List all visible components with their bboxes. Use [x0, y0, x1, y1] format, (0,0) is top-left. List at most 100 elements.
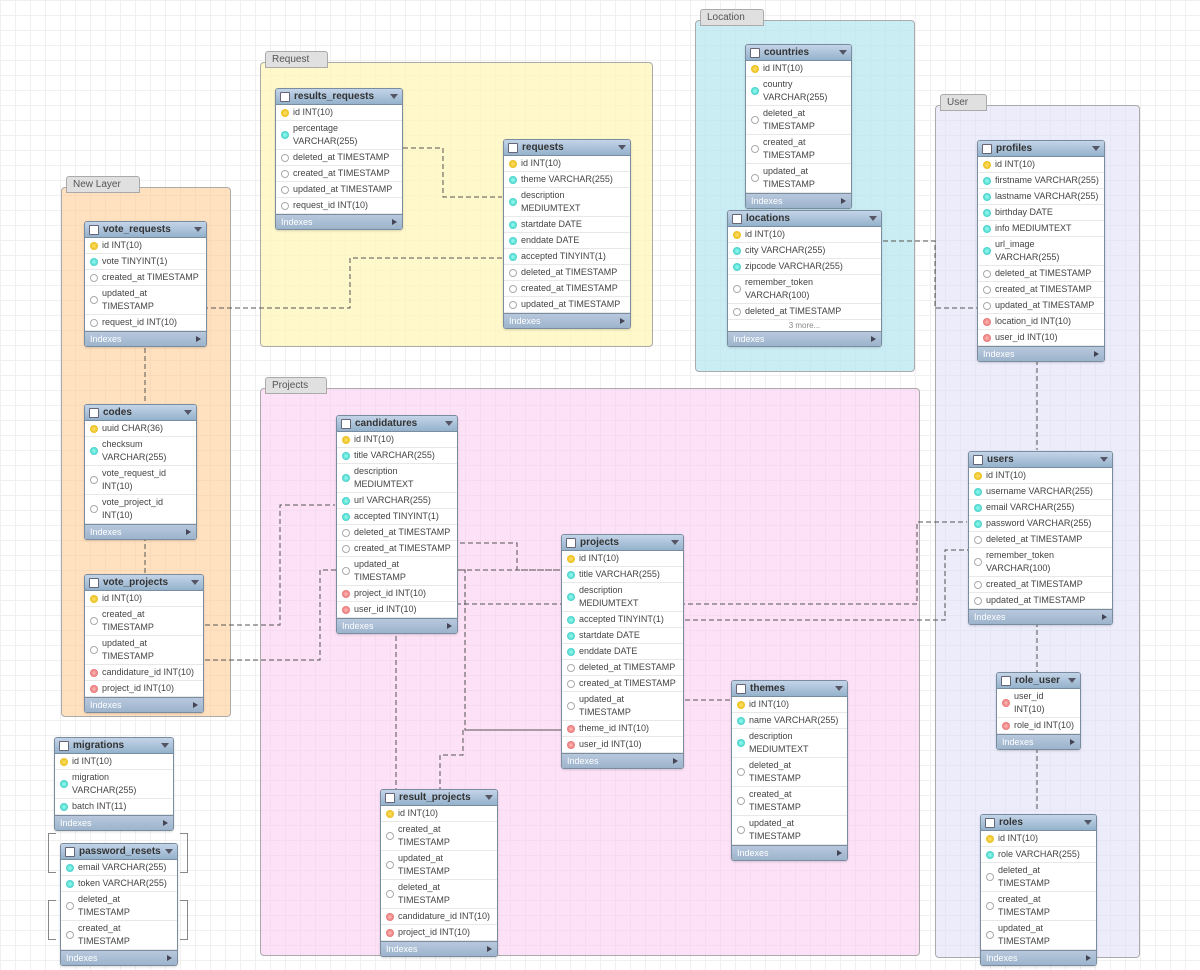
table-candidatures[interactable]: candidaturesid INT(10)title VARCHAR(255)…: [336, 415, 458, 634]
column-row: updated_at TIMESTAMP: [562, 692, 683, 721]
table-header[interactable]: projects: [562, 535, 683, 551]
chevron-down-icon[interactable]: [835, 686, 843, 691]
chevron-down-icon[interactable]: [1092, 146, 1100, 151]
arrow-right-icon: [392, 219, 397, 225]
column-type-icon: [983, 286, 991, 294]
table-header[interactable]: users: [969, 452, 1112, 468]
chevron-down-icon[interactable]: [445, 421, 453, 426]
table-role_user[interactable]: role_useruser_id INT(10)role_id INT(10)I…: [996, 672, 1081, 750]
bracket-left: [48, 900, 56, 940]
table-password_resets[interactable]: password_resetsemail VARCHAR(255)token V…: [60, 843, 178, 966]
column-type-icon: [342, 497, 350, 505]
column-type-icon: [986, 851, 994, 859]
table-header[interactable]: candidatures: [337, 416, 457, 432]
indexes-row[interactable]: Indexes: [969, 609, 1112, 624]
chevron-down-icon[interactable]: [839, 50, 847, 55]
table-header[interactable]: requests: [504, 140, 630, 156]
column-def: batch INT(11): [72, 800, 126, 813]
indexes-row[interactable]: Indexes: [997, 734, 1080, 749]
chevron-down-icon[interactable]: [618, 145, 626, 150]
table-header[interactable]: vote_projects: [85, 575, 203, 591]
column-row: remember_token VARCHAR(100): [728, 275, 881, 304]
column-type-icon: [342, 513, 350, 521]
table-vote_requests[interactable]: vote_requestsid INT(10)vote TINYINT(1)cr…: [84, 221, 207, 347]
chevron-down-icon[interactable]: [1068, 678, 1076, 683]
chevron-down-icon[interactable]: [165, 849, 173, 854]
column-def: candidature_id INT(10): [398, 910, 490, 923]
table-vote_projects[interactable]: vote_projectsid INT(10)created_at TIMEST…: [84, 574, 204, 713]
table-header[interactable]: vote_requests: [85, 222, 206, 238]
column-type-icon: [66, 902, 74, 910]
table-results_requests[interactable]: results_requestsid INT(10)percentage VAR…: [275, 88, 403, 230]
indexes-row[interactable]: Indexes: [504, 313, 630, 328]
table-requests[interactable]: requestsid INT(10)theme VARCHAR(255)desc…: [503, 139, 631, 329]
chevron-down-icon[interactable]: [191, 580, 199, 585]
table-themes[interactable]: themesid INT(10)name VARCHAR(255)descrip…: [731, 680, 848, 861]
table-icon: [65, 847, 75, 857]
column-type-icon: [983, 334, 991, 342]
table-header[interactable]: countries: [746, 45, 851, 61]
indexes-label: Indexes: [509, 316, 541, 326]
column-def: deleted_at TIMESTAMP: [986, 533, 1082, 546]
column-type-icon: [983, 193, 991, 201]
indexes-row[interactable]: Indexes: [728, 331, 881, 346]
chevron-down-icon[interactable]: [485, 795, 493, 800]
indexes-row[interactable]: Indexes: [61, 950, 177, 965]
indexes-row[interactable]: Indexes: [381, 941, 497, 956]
table-locations[interactable]: locationsid INT(10)city VARCHAR(255)zipc…: [727, 210, 882, 347]
table-icon: [566, 538, 576, 548]
table-result_projects[interactable]: result_projectsid INT(10)created_at TIME…: [380, 789, 498, 957]
chevron-down-icon[interactable]: [194, 227, 202, 232]
column-row: token VARCHAR(255): [61, 876, 177, 892]
table-roles[interactable]: rolesid INT(10)role VARCHAR(255)deleted_…: [980, 814, 1097, 966]
table-header[interactable]: password_resets: [61, 844, 177, 860]
column-row: description MEDIUMTEXT: [732, 729, 847, 758]
indexes-row[interactable]: Indexes: [562, 753, 683, 768]
chevron-down-icon[interactable]: [869, 216, 877, 221]
indexes-row[interactable]: Indexes: [85, 697, 203, 712]
column-row: enddate DATE: [504, 233, 630, 249]
chevron-down-icon[interactable]: [184, 410, 192, 415]
column-type-icon: [751, 174, 759, 182]
table-header[interactable]: results_requests: [276, 89, 402, 105]
chevron-down-icon[interactable]: [1100, 457, 1108, 462]
table-header[interactable]: themes: [732, 681, 847, 697]
indexes-row[interactable]: Indexes: [276, 214, 402, 229]
column-def: updated_at TIMESTAMP: [398, 852, 492, 878]
indexes-row[interactable]: Indexes: [978, 346, 1104, 361]
column-row: created_at TIMESTAMP: [504, 281, 630, 297]
table-header[interactable]: profiles: [978, 141, 1104, 157]
column-def: id INT(10): [521, 157, 561, 170]
table-header[interactable]: migrations: [55, 738, 173, 754]
indexes-row[interactable]: Indexes: [981, 950, 1096, 965]
column-row: username VARCHAR(255): [969, 484, 1112, 500]
table-header[interactable]: result_projects: [381, 790, 497, 806]
column-def: location_id INT(10): [995, 315, 1071, 328]
table-migrations[interactable]: migrationsid INT(10)migration VARCHAR(25…: [54, 737, 174, 831]
table-header[interactable]: role_user: [997, 673, 1080, 689]
indexes-row[interactable]: Indexes: [746, 193, 851, 208]
column-row: accepted TINYINT(1): [562, 612, 683, 628]
table-header[interactable]: locations: [728, 211, 881, 227]
table-profiles[interactable]: profilesid INT(10)firstname VARCHAR(255)…: [977, 140, 1105, 362]
table-countries[interactable]: countriesid INT(10)country VARCHAR(255)d…: [745, 44, 852, 209]
table-users[interactable]: usersid INT(10)username VARCHAR(255)emai…: [968, 451, 1113, 625]
chevron-down-icon[interactable]: [1084, 820, 1092, 825]
column-type-icon: [509, 237, 517, 245]
indexes-row[interactable]: Indexes: [337, 618, 457, 633]
chevron-down-icon[interactable]: [390, 94, 398, 99]
more-indicator[interactable]: 3 more...: [728, 320, 881, 331]
indexes-row[interactable]: Indexes: [85, 331, 206, 346]
table-header[interactable]: roles: [981, 815, 1096, 831]
indexes-row[interactable]: Indexes: [55, 815, 173, 830]
column-def: password VARCHAR(255): [986, 517, 1091, 530]
table-codes[interactable]: codesuuid CHAR(36)checksum VARCHAR(255)v…: [84, 404, 197, 540]
chevron-down-icon[interactable]: [671, 540, 679, 545]
column-type-icon: [90, 685, 98, 693]
indexes-row[interactable]: Indexes: [85, 524, 196, 539]
table-header[interactable]: codes: [85, 405, 196, 421]
chevron-down-icon[interactable]: [161, 743, 169, 748]
table-title: password_resets: [79, 846, 161, 857]
indexes-row[interactable]: Indexes: [732, 845, 847, 860]
table-projects[interactable]: projectsid INT(10)title VARCHAR(255)desc…: [561, 534, 684, 769]
